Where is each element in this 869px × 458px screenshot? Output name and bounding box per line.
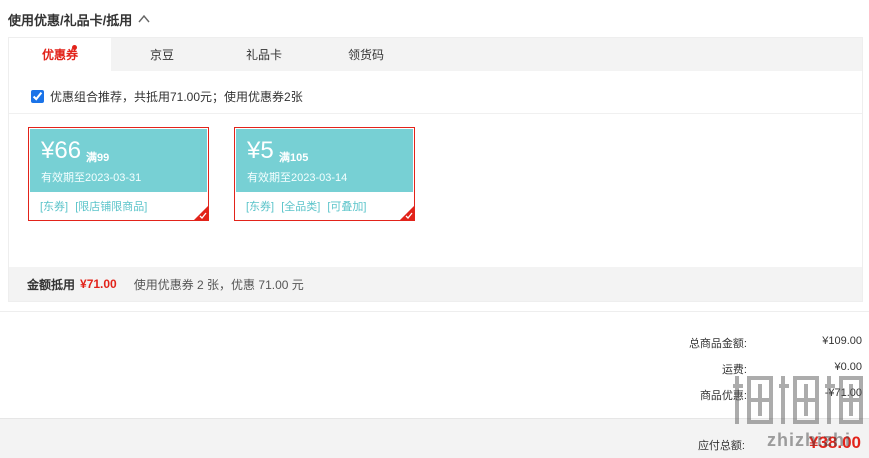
deduction-label: 金额抵用	[27, 277, 76, 292]
total-bar: 应付总额: ¥38.00	[0, 418, 869, 458]
coupon-tag: [限店铺限商品]	[75, 201, 148, 213]
tab-label: 礼品卡	[245, 48, 282, 62]
coupon-tag: [东券]	[246, 201, 275, 213]
deduction-amount: ¥71.00	[80, 277, 117, 291]
total-label: 应付总额:	[697, 440, 745, 452]
selected-check-icon	[194, 206, 208, 220]
divider	[9, 113, 862, 114]
coupon-condition: 满105	[279, 152, 309, 164]
total-amount: ¥38.00	[809, 433, 861, 452]
tab-coupons[interactable]: 优惠券	[9, 38, 111, 71]
notification-dot	[72, 45, 77, 50]
tab-label: 京豆	[149, 48, 174, 62]
recommend-combo[interactable]: 优惠组合推荐，共抵用71.00元；使用优惠券2张	[31, 88, 303, 104]
summary-label: 运费:	[721, 364, 747, 376]
coupon-tag: [全品类]	[281, 201, 321, 213]
tab-redeem-code[interactable]: 领货码	[315, 38, 417, 71]
summary-value: -¥71.00	[824, 387, 862, 399]
deduction-bar: 金额抵用 ¥71.00 使用优惠券 2 张，优惠 71.00 元	[9, 267, 862, 301]
coupon-card[interactable]: ¥5 满105 有效期至2023-03-14 [东券] [全品类] [可叠加]	[234, 127, 415, 221]
deduction-desc: 使用优惠券 2 张，优惠 71.00 元	[133, 277, 304, 292]
summary-discount: 商品优惠: -¥71.00	[647, 387, 862, 402]
coupon-card[interactable]: ¥66 满99 有效期至2023-03-31 [东券] [限店铺限商品]	[28, 127, 209, 221]
coupon-header: ¥5 满105 有效期至2023-03-14	[236, 129, 413, 192]
summary-value: ¥0.00	[834, 361, 862, 373]
coupon-condition: 满99	[86, 152, 110, 164]
section-title[interactable]: 使用优惠/礼品卡/抵用	[8, 10, 151, 28]
coupon-tag: [可叠加]	[327, 201, 367, 213]
coupon-amount: ¥5	[247, 137, 274, 164]
coupon-amount: ¥66	[41, 137, 82, 164]
chevron-up-icon[interactable]	[137, 12, 151, 26]
selected-check-icon	[400, 206, 414, 220]
tab-gift-card[interactable]: 礼品卡	[213, 38, 315, 71]
summary-label: 商品优惠:	[699, 390, 747, 402]
coupon-tags: [东券] [限店铺限商品]	[40, 198, 151, 214]
section-title-text: 使用优惠/礼品卡/抵用	[8, 12, 133, 28]
coupon-tags: [东券] [全品类] [可叠加]	[246, 198, 371, 214]
tab-label: 领货码	[347, 48, 384, 62]
summary-label: 总商品金额:	[688, 338, 747, 350]
discount-panel: 优惠券 京豆 礼品卡 领货码 优惠组合推荐，共抵用71.00元；使用优惠券2张 …	[8, 37, 863, 302]
coupon-tag: [东券]	[40, 201, 69, 213]
coupon-expiry: 有效期至2023-03-31	[41, 172, 142, 184]
summary-goods-total: 总商品金额: ¥109.00	[647, 335, 862, 350]
coupon-expiry: 有效期至2023-03-14	[247, 172, 348, 184]
summary-shipping: 运费: ¥0.00	[647, 361, 862, 376]
coupon-header: ¥66 满99 有效期至2023-03-31	[30, 129, 207, 192]
section-divider	[0, 311, 869, 312]
tab-bar: 优惠券 京豆 礼品卡 领货码	[9, 38, 862, 71]
recommend-checkbox[interactable]	[31, 89, 44, 103]
tab-jingdou[interactable]: 京豆	[111, 38, 213, 71]
summary-value: ¥109.00	[822, 335, 862, 347]
recommend-text: 优惠组合推荐，共抵用71.00元；使用优惠券2张	[50, 89, 303, 104]
